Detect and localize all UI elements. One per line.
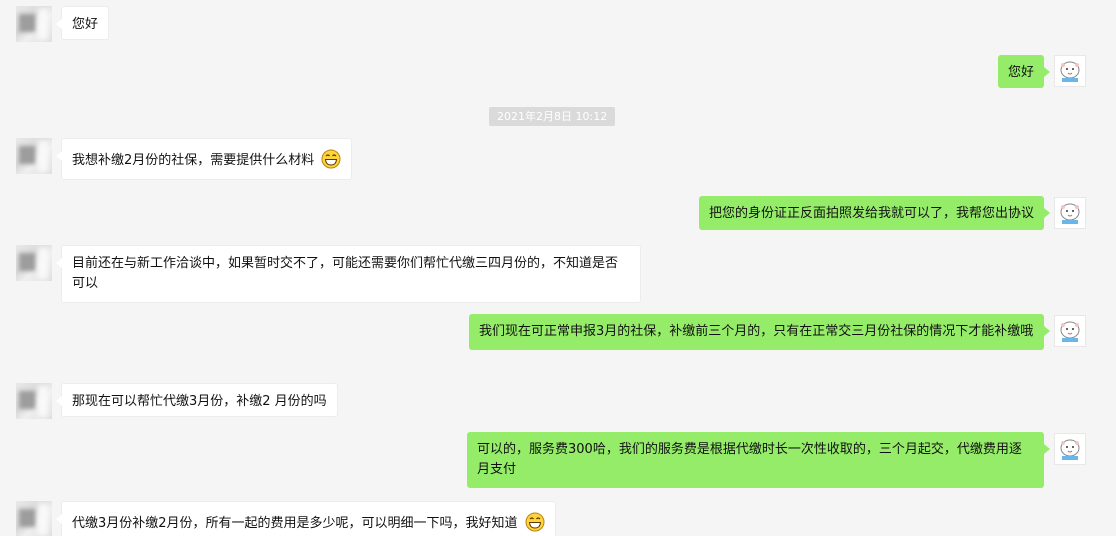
chat-panel: 您好 您好 2021年2月8日 10:12 我想补缴2月份的社保，需要提供什么材… [0,0,1116,536]
cartoon-sheep-avatar-icon [1060,439,1080,460]
outgoing-message-bubble[interactable]: 可以的，服务费300哈，我们的服务费是根据代缴时长一次性收取的，三个月起交，代缴… [467,432,1050,488]
self-avatar[interactable] [1054,433,1086,465]
message-text: 把您的身份证正反面拍照发给我就可以了，我帮您出协议 [708,206,1034,221]
message-text: 我想补缴2月份的社保，需要提供什么材料 [72,153,315,168]
message-text: 可以的，服务费300哈，我们的服务费是根据代缴时长一次性收取的，三个月起交，代缴… [477,442,1022,477]
self-avatar[interactable] [1054,55,1086,87]
contact-avatar[interactable] [16,501,52,536]
contact-avatar[interactable] [16,383,52,419]
message-text: 那现在可以帮忙代缴3月份，补缴2 月份的吗 [72,394,327,409]
outgoing-message-bubble[interactable]: 您好 [997,55,1051,88]
contact-avatar[interactable] [16,6,52,42]
message-text: 目前还在与新工作洽谈中，如果暂时交不了，可能还需要你们帮忙代缴三四月份的，不知道… [72,256,619,291]
incoming-message-bubble[interactable]: 代缴3月份补缴2月份，所有一起的费用是多少呢，可以明细一下吗，我好知道 [56,501,556,536]
grin-emoji-icon [321,149,341,169]
outgoing-message-bubble[interactable]: 把您的身份证正反面拍照发给我就可以了，我帮您出协议 [698,196,1051,230]
cartoon-sheep-avatar-icon [1060,61,1080,82]
message-text: 您好 [1007,65,1034,80]
contact-avatar[interactable] [16,138,52,174]
grin-emoji-icon [525,512,545,532]
cartoon-sheep-avatar-icon [1060,321,1080,342]
outgoing-message-bubble[interactable]: 我们现在可正常申报3月的社保，补缴前三个月的，只有在正常交三月份社保的情况下才能… [469,314,1050,350]
contact-avatar[interactable] [16,245,52,281]
cartoon-sheep-avatar-icon [1060,203,1080,224]
self-avatar[interactable] [1054,315,1086,347]
message-text: 代缴3月份补缴2月份，所有一起的费用是多少呢，可以明细一下吗，我好知道 [72,516,518,531]
incoming-message-bubble[interactable]: 您好 [55,6,110,40]
message-text: 我们现在可正常申报3月的社保，补缴前三个月的，只有在正常交三月份社保的情况下才能… [479,324,1034,339]
message-text: 您好 [72,17,99,32]
incoming-message-bubble[interactable]: 我想补缴2月份的社保，需要提供什么材料 [55,138,353,180]
incoming-message-bubble[interactable]: 那现在可以帮忙代缴3月份，补缴2 月份的吗 [56,383,338,417]
message-timestamp: 2021年2月8日 10:12 [489,107,616,126]
incoming-message-bubble[interactable]: 目前还在与新工作洽谈中，如果暂时交不了，可能还需要你们帮忙代缴三四月份的，不知道… [56,245,641,303]
self-avatar[interactable] [1054,197,1086,229]
